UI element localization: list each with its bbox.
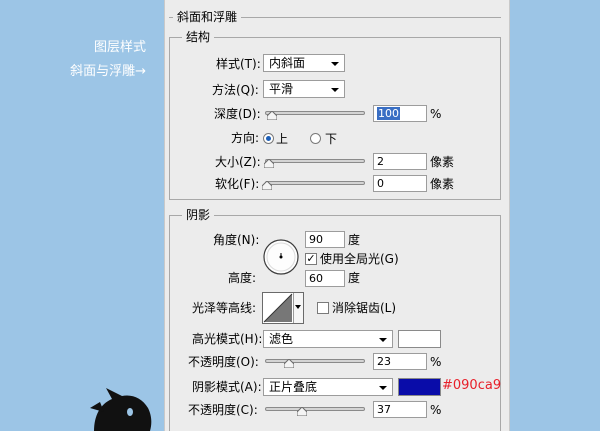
depth-unit: % (430, 107, 442, 121)
highlight-mode-select[interactable]: 滤色 (263, 330, 393, 348)
chevron-down-icon (331, 88, 339, 92)
altitude-input[interactable]: 60 (305, 270, 345, 287)
depth-slider-thumb[interactable] (267, 111, 277, 120)
soften-input[interactable]: 0 (373, 175, 427, 192)
altitude-unit: 度 (348, 271, 361, 285)
shadow-color-swatch[interactable] (398, 378, 441, 396)
bevel-emboss-panel: 斜面和浮雕 结构 样式(T): 内斜面 方法(Q): 平滑 深度(D): 100… (164, 0, 510, 431)
style-label: 样式(T): (216, 57, 261, 71)
highlight-opacity-slider-thumb[interactable] (284, 359, 294, 368)
soften-slider-thumb[interactable] (262, 181, 272, 190)
cat-mascot-icon (90, 388, 152, 431)
contour-preview-icon (263, 293, 293, 323)
shadow-opacity-unit: % (430, 403, 442, 417)
shading-title: 阴影 (182, 208, 215, 222)
highlight-mode-label: 高光模式(H): (192, 332, 263, 346)
angle-input[interactable]: 90 (305, 231, 345, 248)
soften-slider[interactable] (262, 181, 365, 190)
anti-alias-label[interactable]: 消除锯齿(L) (332, 300, 396, 316)
style-value: 内斜面 (269, 56, 306, 70)
section-title: 斜面和浮雕 (173, 10, 242, 24)
style-select[interactable]: 内斜面 (263, 54, 345, 72)
global-light-label[interactable]: 使用全局光(G) (320, 251, 399, 267)
shadow-mode-label: 阴影模式(A): (192, 380, 262, 394)
highlight-opacity-label: 不透明度(O): (188, 355, 259, 369)
chevron-down-icon (379, 338, 387, 342)
depth-input[interactable]: 100 (373, 105, 427, 122)
highlight-mode-value: 滤色 (269, 332, 294, 346)
depth-slider[interactable] (265, 111, 365, 120)
layer-style-label: 图层样式 (93, 40, 146, 55)
gloss-contour-label: 光泽等高线: (192, 301, 257, 315)
angle-dial-icon[interactable] (262, 238, 300, 276)
direction-up-radio[interactable] (263, 133, 274, 144)
direction-label: 方向: (231, 131, 260, 145)
contour-dropdown-button[interactable] (293, 293, 303, 323)
shadow-opacity-input[interactable]: 37 (373, 401, 427, 418)
global-light-checkbox[interactable]: ✓ (305, 253, 317, 265)
soften-unit: 像素 (430, 177, 455, 191)
depth-label: 深度(D): (214, 107, 261, 121)
size-slider-thumb[interactable] (264, 159, 274, 168)
chevron-down-icon (331, 62, 339, 66)
soften-label: 软化(F): (215, 177, 260, 191)
technique-select[interactable]: 平滑 (263, 80, 345, 98)
shadow-mode-select[interactable]: 正片叠底 (263, 378, 393, 396)
shadow-color-hex-annotation: #090ca9 (442, 378, 502, 393)
highlight-opacity-input[interactable]: 23 (373, 353, 427, 370)
shadow-mode-value: 正片叠底 (269, 380, 318, 394)
chevron-down-icon (379, 386, 387, 390)
angle-unit: 度 (348, 233, 361, 247)
size-unit: 像素 (430, 155, 455, 169)
size-input[interactable]: 2 (373, 153, 427, 170)
chevron-down-icon (295, 305, 301, 309)
anti-alias-checkbox[interactable] (317, 302, 329, 314)
shadow-opacity-label: 不透明度(C): (188, 403, 258, 417)
technique-value: 平滑 (269, 82, 294, 96)
shadow-opacity-slider-thumb[interactable] (297, 407, 307, 416)
highlight-color-swatch[interactable] (398, 330, 441, 348)
bevel-emboss-label: 斜面与浮雕→ (70, 64, 146, 79)
size-label: 大小(Z): (215, 155, 261, 169)
altitude-label: 高度: (228, 271, 257, 285)
shadow-opacity-slider[interactable] (265, 407, 365, 416)
angle-label: 角度(N): (213, 233, 260, 247)
direction-down-label[interactable]: 下 (325, 131, 337, 147)
direction-up-label[interactable]: 上 (276, 131, 288, 147)
highlight-opacity-unit: % (430, 355, 442, 369)
depth-value: 100 (377, 107, 400, 120)
structure-title: 结构 (182, 30, 215, 44)
direction-down-radio[interactable] (310, 133, 321, 144)
technique-label: 方法(Q): (212, 83, 259, 97)
gloss-contour-picker[interactable] (262, 292, 304, 324)
highlight-opacity-slider[interactable] (265, 359, 365, 368)
size-slider[interactable] (264, 159, 365, 168)
